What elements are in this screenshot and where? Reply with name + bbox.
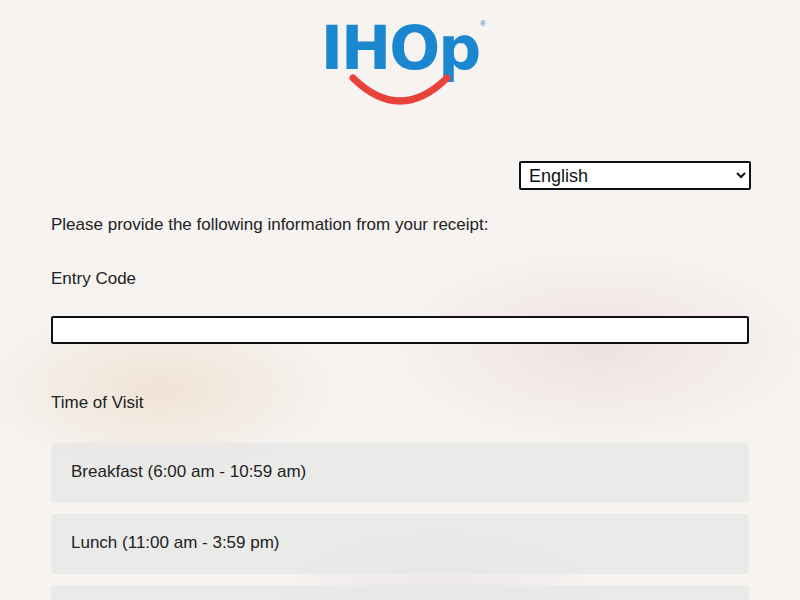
language-select[interactable]: English bbox=[519, 161, 751, 190]
time-of-visit-label: Time of Visit bbox=[51, 393, 749, 413]
logo: IHOp® bbox=[314, 16, 486, 110]
entry-code-label: Entry Code bbox=[51, 269, 749, 289]
entry-code-input[interactable] bbox=[51, 316, 749, 344]
time-option[interactable]: Breakfast (6:00 am - 10:59 am) bbox=[51, 443, 749, 503]
language-row: English bbox=[51, 161, 751, 190]
logo-text: IHOp bbox=[314, 16, 486, 78]
time-of-visit-options: Breakfast (6:00 am - 10:59 am) Lunch (11:… bbox=[51, 443, 749, 600]
instructions: Please provide the following information… bbox=[51, 215, 749, 235]
registered-mark: ® bbox=[480, 18, 486, 30]
time-option[interactable]: Lunch (11:00 am - 3:59 pm) bbox=[51, 514, 749, 574]
header: IHOp® bbox=[51, 0, 749, 110]
survey-page: IHOp® English Please provide the following… bbox=[51, 0, 749, 600]
time-option-partial[interactable] bbox=[51, 585, 749, 600]
